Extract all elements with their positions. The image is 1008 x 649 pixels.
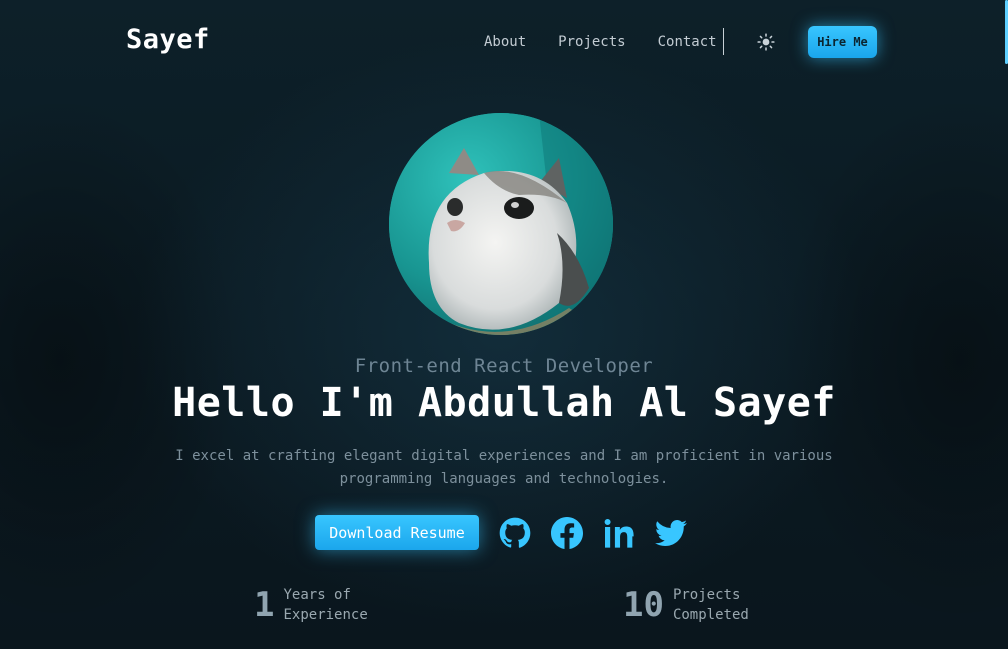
download-resume-button[interactable]: Download Resume <box>315 515 479 550</box>
stat-experience: 1 Years of Experience <box>254 585 368 625</box>
stat-value: 10 <box>623 585 664 625</box>
stat-label: Projects Completed <box>673 585 749 625</box>
stat-projects: 10 Projects Completed <box>623 585 749 625</box>
nav-link-contact[interactable]: Contact <box>658 34 717 50</box>
stat-label-line2: Experience <box>283 607 368 623</box>
facebook-icon[interactable] <box>551 516 583 549</box>
hero-description: I excel at crafting elegant digital expe… <box>175 448 833 487</box>
stat-label-line1: Projects <box>672 587 741 603</box>
github-icon[interactable] <box>499 517 531 549</box>
cta-row: Download Resume <box>315 515 687 550</box>
stat-label-line2: Completed <box>672 607 749 623</box>
theme-toggle-button[interactable] <box>756 32 776 52</box>
top-nav: Sayef About Projects Contact Hire Me <box>0 0 1008 84</box>
avatar <box>389 113 613 335</box>
linkedin-icon[interactable] <box>603 517 635 549</box>
nav-divider <box>723 28 724 55</box>
role-subtitle: Front-end React Developer <box>354 355 654 377</box>
nav-link-about[interactable]: About <box>484 34 526 50</box>
stat-label: Years of Experience <box>283 585 367 625</box>
sun-icon <box>757 33 775 51</box>
twitter-icon[interactable] <box>655 517 687 549</box>
hire-me-button[interactable]: Hire Me <box>808 26 877 58</box>
nav-links: About Projects Contact <box>484 34 717 50</box>
logo[interactable]: Sayef <box>126 24 210 55</box>
stat-value: 1 <box>254 585 275 625</box>
cat-profile-photo <box>389 113 613 335</box>
stat-label-line1: Years of <box>283 587 351 603</box>
hero-headline: Hello I'm Abdullah Al Sayef <box>172 380 836 426</box>
nav-link-projects[interactable]: Projects <box>558 34 625 50</box>
